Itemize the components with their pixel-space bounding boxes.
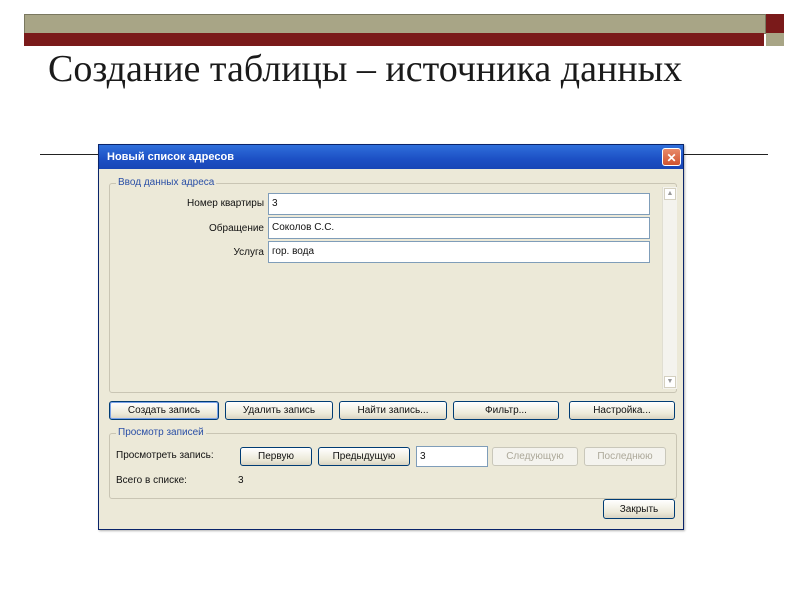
scroll-up-icon[interactable]: ▲	[664, 188, 676, 200]
previous-record-button[interactable]: Предыдущую	[318, 447, 410, 466]
header-maroon-bar	[24, 33, 764, 46]
filter-button[interactable]: Фильтр...	[453, 401, 559, 420]
salutation-input[interactable]: Соколов С.С.	[268, 217, 650, 239]
total-count-label: Всего в списке:	[116, 475, 187, 486]
last-record-button[interactable]: Последнюю	[584, 447, 666, 466]
next-record-button[interactable]: Следующую	[492, 447, 578, 466]
address-entry-group: Ввод данных адреса Номер квартиры 3 Обра…	[109, 177, 677, 393]
total-count-value: 3	[238, 475, 244, 486]
apartment-number-input[interactable]: 3	[268, 193, 650, 215]
close-button[interactable]: Закрыть	[603, 499, 675, 519]
record-view-group: Просмотр записей Просмотреть запись: Пер…	[109, 427, 677, 499]
entry-scrollbar[interactable]: ▲ ▼	[662, 187, 677, 389]
find-record-button[interactable]: Найти запись...	[339, 401, 447, 420]
scroll-down-icon[interactable]: ▼	[664, 376, 676, 388]
current-record-input[interactable]: 3	[416, 446, 488, 467]
dialog-title: Новый список адресов	[107, 151, 234, 163]
apartment-number-label: Номер квартиры	[187, 198, 264, 209]
record-view-legend: Просмотр записей	[116, 427, 206, 438]
service-label: Услуга	[233, 247, 264, 258]
slide-title: Создание таблицы – источника данных	[48, 48, 683, 90]
first-record-button[interactable]: Первую	[240, 447, 312, 466]
address-list-dialog: Новый список адресов ✕ Ввод данных адрес…	[98, 144, 684, 530]
create-record-button[interactable]: Создать запись	[109, 401, 219, 420]
address-entry-legend: Ввод данных адреса	[116, 177, 217, 188]
header-olive-bar	[24, 14, 766, 34]
settings-button[interactable]: Настройка...	[569, 401, 675, 420]
close-icon[interactable]: ✕	[662, 148, 681, 166]
delete-record-button[interactable]: Удалить запись	[225, 401, 333, 420]
header-corner-square-lower	[766, 33, 784, 46]
salutation-label: Обращение	[209, 223, 264, 234]
service-input[interactable]: гор. вода	[268, 241, 650, 263]
dialog-titlebar[interactable]: Новый список адресов ✕	[99, 145, 683, 169]
view-record-label: Просмотреть запись:	[116, 450, 214, 461]
